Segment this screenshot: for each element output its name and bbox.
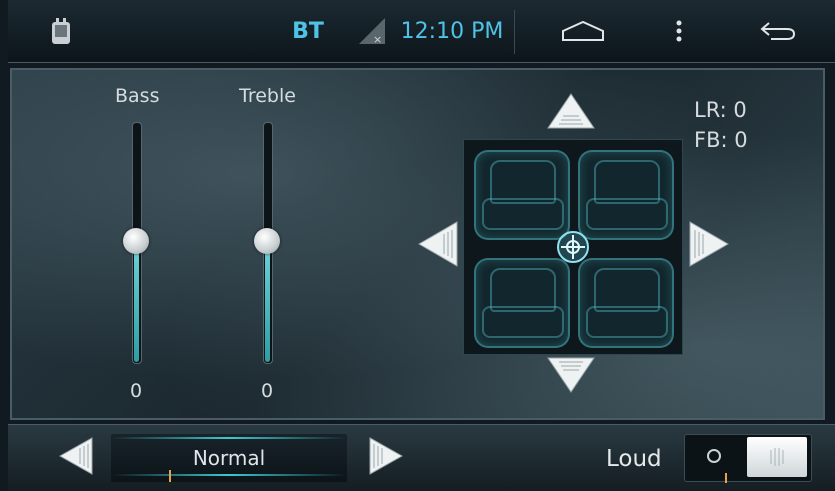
clock: 12:10 PM — [400, 18, 504, 44]
bass-slider-knob[interactable] — [123, 228, 149, 254]
preset-prev-button[interactable] — [58, 436, 94, 480]
treble-label: Treble — [239, 85, 296, 107]
seat-rear-right — [578, 258, 674, 348]
preset-marker — [169, 470, 171, 482]
eq-preset-display[interactable]: Normal — [111, 434, 347, 482]
loud-label: Loud — [606, 446, 662, 472]
seat-front-right — [578, 150, 674, 240]
loud-marker — [725, 473, 727, 483]
balance-left-button[interactable] — [417, 220, 459, 272]
loud-toggle[interactable] — [684, 434, 812, 483]
bluetooth-status: BT — [292, 18, 324, 44]
audio-settings-panel: Bass 0 Treble 0 LR: 0 FB: 0 — [10, 68, 825, 420]
bass-value: 0 — [130, 380, 143, 402]
fader-down-button[interactable] — [546, 354, 596, 398]
android-icon — [38, 0, 84, 62]
treble-slider-knob[interactable] — [254, 228, 280, 254]
eq-preset-label: Normal — [192, 446, 266, 470]
toggle-off-icon — [707, 449, 721, 463]
fader-up-button[interactable] — [546, 92, 596, 136]
fb-readout: FB: 0 — [694, 128, 748, 152]
treble-value: 0 — [261, 380, 274, 402]
balance-position-icon[interactable] — [556, 230, 590, 268]
signal-icon: × — [352, 0, 392, 62]
bass-label: Bass — [115, 85, 160, 107]
toggle-thumb[interactable] — [747, 437, 807, 477]
menu-icon[interactable] — [664, 0, 694, 62]
seat-rear-left — [474, 258, 570, 348]
svg-text:×: × — [373, 33, 382, 46]
back-icon[interactable] — [753, 0, 803, 62]
balance-fader-grid[interactable] — [463, 139, 683, 355]
home-icon[interactable] — [553, 0, 613, 62]
preset-next-button[interactable] — [368, 436, 404, 480]
status-bar: BT × 12:10 PM — [8, 0, 835, 63]
seat-front-left — [474, 150, 570, 240]
lr-readout: LR: 0 — [694, 98, 747, 122]
balance-right-button[interactable] — [688, 220, 730, 272]
